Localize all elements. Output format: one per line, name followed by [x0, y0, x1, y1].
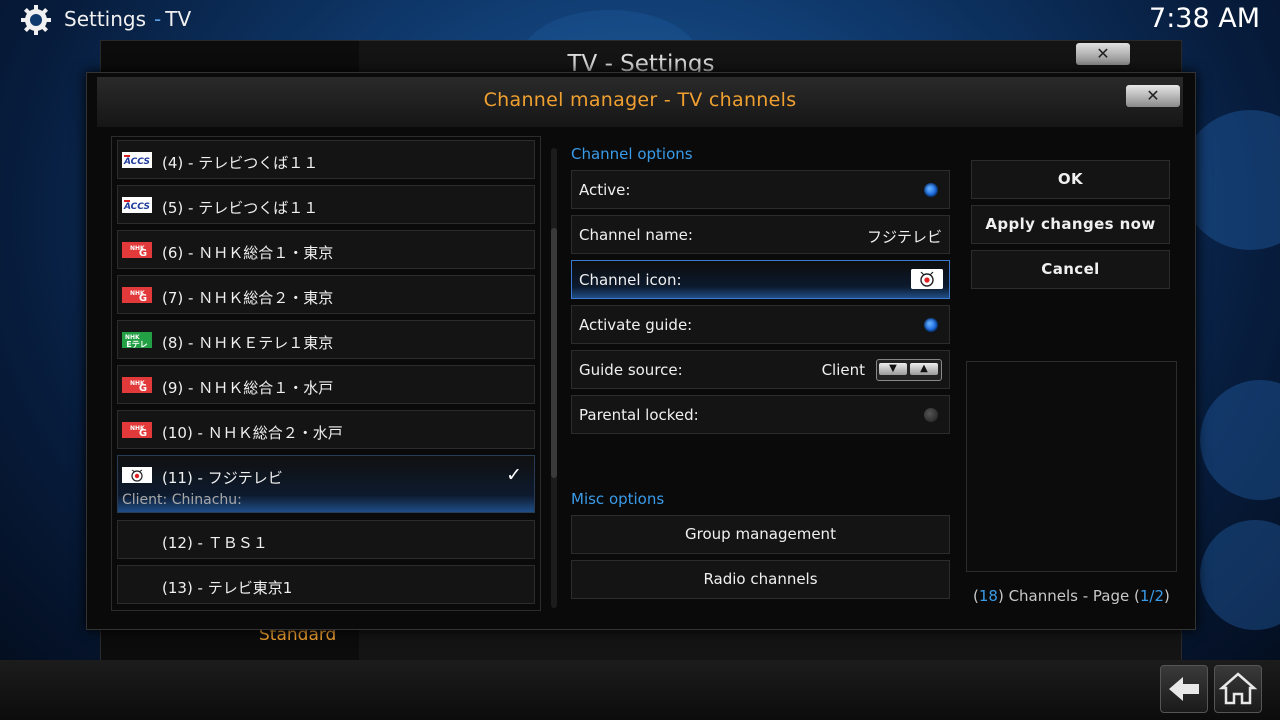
- parental-locked-toggle[interactable]: Parental locked:: [571, 395, 950, 434]
- channel-label: (11) - フジテレビ: [162, 469, 283, 487]
- page-indicator: 1/2: [1139, 587, 1164, 605]
- channel-item[interactable]: NHK G (6) - ＮＨＫ総合１・東京: [117, 230, 535, 269]
- dialog-header: Channel manager - TV channels ✕: [97, 77, 1183, 127]
- dialog-close-button[interactable]: ✕: [1126, 85, 1180, 107]
- channel-label: (6) - ＮＨＫ総合１・東京: [162, 244, 334, 262]
- apply-changes-button[interactable]: Apply changes now: [971, 205, 1170, 244]
- channel-list[interactable]: ACCS (4) - テレビつくば１１ ACCS (5) - テレビつくば１１ …: [111, 136, 541, 611]
- back-button[interactable]: [1160, 665, 1208, 713]
- breadcrumb-separator: -: [154, 7, 162, 31]
- back-arrow-icon: [1169, 677, 1199, 701]
- channel-item[interactable]: NHK Eテレ (8) - ＮＨＫＥテレ１東京: [117, 320, 535, 359]
- channel-label: (7) - ＮＨＫ総合２・東京: [162, 289, 334, 307]
- accs-logo-icon: ACCS: [122, 197, 152, 213]
- cancel-button[interactable]: Cancel: [971, 250, 1170, 289]
- active-label: Active:: [579, 181, 631, 199]
- spin-up-button[interactable]: ▲: [910, 363, 938, 375]
- nhk-etele-logo-icon: NHKEテレ: [122, 332, 152, 348]
- channel-name-value: フジテレビ: [866, 228, 942, 246]
- guide-source-spinner[interactable]: Guide source: Client ▼ ▲: [571, 350, 950, 389]
- channel-options-heading: Channel options: [571, 145, 693, 163]
- scrollbar-thumb[interactable]: [551, 228, 557, 478]
- svg-text:G: G: [139, 293, 147, 303]
- activate-guide-toggle[interactable]: Activate guide:: [571, 305, 950, 344]
- guide-source-stepper[interactable]: ▼ ▲: [876, 359, 942, 381]
- channel-name-label: Channel name:: [579, 226, 693, 244]
- radio-on-icon: [924, 318, 938, 332]
- channel-icon-label: Channel icon:: [579, 271, 682, 289]
- channel-item[interactable]: NHK G (9) - ＮＨＫ総合１・水戸: [117, 365, 535, 404]
- guide-source-label: Guide source:: [579, 361, 683, 379]
- breadcrumb-section: Settings: [64, 7, 147, 31]
- channel-item[interactable]: NHK G (10) - ＮＨＫ総合２・水戸: [117, 410, 535, 449]
- breadcrumb: Settings - TV: [64, 7, 191, 31]
- channel-manager-dialog: Channel manager - TV channels ✕ ACCS (4)…: [86, 72, 1196, 630]
- accs-logo-icon: ACCS: [122, 152, 152, 168]
- channel-label: (5) - テレビつくば１１: [162, 199, 319, 217]
- parental-locked-label: Parental locked:: [579, 406, 699, 424]
- channel-count-text: ) Channels - Page (: [997, 587, 1140, 605]
- channel-label: (4) - テレビつくば１１: [162, 154, 319, 172]
- breadcrumb-subsection: TV: [165, 7, 192, 31]
- channel-item[interactable]: ACCS (5) - テレビつくば１１: [117, 185, 535, 224]
- channel-count: 18: [978, 587, 998, 605]
- nhk-g-logo-icon: NHKG: [122, 422, 152, 438]
- top-bar: Settings - TV 7:38 AM: [0, 0, 1280, 40]
- background-bubble: [1200, 380, 1280, 500]
- svg-text:ACCS: ACCS: [123, 202, 150, 212]
- channel-name-field[interactable]: Channel name: フジテレビ: [571, 215, 950, 254]
- channel-item[interactable]: ACCS (4) - テレビつくば１１: [117, 140, 535, 179]
- channel-item[interactable]: (12) - ＴＢＳ１: [117, 520, 535, 559]
- gear-icon: [21, 5, 51, 35]
- channel-client-label: Client: Chinachu:: [122, 492, 242, 508]
- activate-guide-label: Activate guide:: [579, 316, 693, 334]
- channel-label: (12) - ＴＢＳ１: [162, 534, 268, 552]
- channel-label: (10) - ＮＨＫ総合２・水戸: [162, 424, 343, 442]
- svg-text:G: G: [139, 383, 147, 393]
- paren-close: ): [1164, 587, 1170, 605]
- nhk-g-logo-icon: NHKG: [122, 287, 152, 303]
- spin-down-button[interactable]: ▼: [879, 363, 907, 375]
- fuji-logo-icon: [911, 269, 943, 289]
- svg-text:G: G: [139, 428, 147, 438]
- svg-text:Eテレ: Eテレ: [126, 340, 147, 348]
- nhk-g-logo-icon: NHKG: [122, 242, 152, 258]
- radio-on-icon: [924, 183, 938, 197]
- checkmark-icon: ✓: [506, 464, 522, 486]
- guide-source-value: Client: [821, 361, 865, 379]
- home-button[interactable]: [1214, 665, 1262, 713]
- fuji-logo-icon: [122, 467, 152, 483]
- svg-text:G: G: [139, 248, 147, 258]
- ok-button[interactable]: OK: [971, 160, 1170, 199]
- bottom-bar: [0, 660, 1280, 720]
- channel-icon-preview: [966, 361, 1177, 572]
- active-toggle[interactable]: Active:: [571, 170, 950, 209]
- channel-item[interactable]: (13) - テレビ東京1: [117, 565, 535, 604]
- home-icon: [1218, 672, 1258, 705]
- channel-icon-field[interactable]: Channel icon:: [571, 260, 950, 299]
- dialog-title: Channel manager - TV channels: [483, 89, 797, 111]
- channel-label: (9) - ＮＨＫ総合１・水戸: [162, 379, 334, 397]
- clock: 7:38 AM: [1149, 3, 1260, 34]
- misc-options-heading: Misc options: [571, 490, 665, 508]
- svg-text:ACCS: ACCS: [123, 157, 150, 167]
- channel-item-selected[interactable]: (11) - フジテレビ ✓ Client: Chinachu:: [117, 455, 535, 513]
- nhk-g-logo-icon: NHKG: [122, 377, 152, 393]
- background-bubble: [1200, 520, 1280, 630]
- channel-count-info: (18) Channels - Page (1/2): [973, 587, 1170, 605]
- tv-settings-close-button[interactable]: ✕: [1076, 43, 1130, 65]
- group-management-button[interactable]: Group management: [571, 515, 950, 554]
- channel-item[interactable]: NHK G (7) - ＮＨＫ総合２・東京: [117, 275, 535, 314]
- channel-list-scrollbar[interactable]: [551, 148, 557, 608]
- radio-channels-button[interactable]: Radio channels: [571, 560, 950, 599]
- channel-label: (13) - テレビ東京1: [162, 579, 293, 597]
- radio-off-icon: [924, 408, 938, 422]
- channel-label: (8) - ＮＨＫＥテレ１東京: [162, 334, 334, 352]
